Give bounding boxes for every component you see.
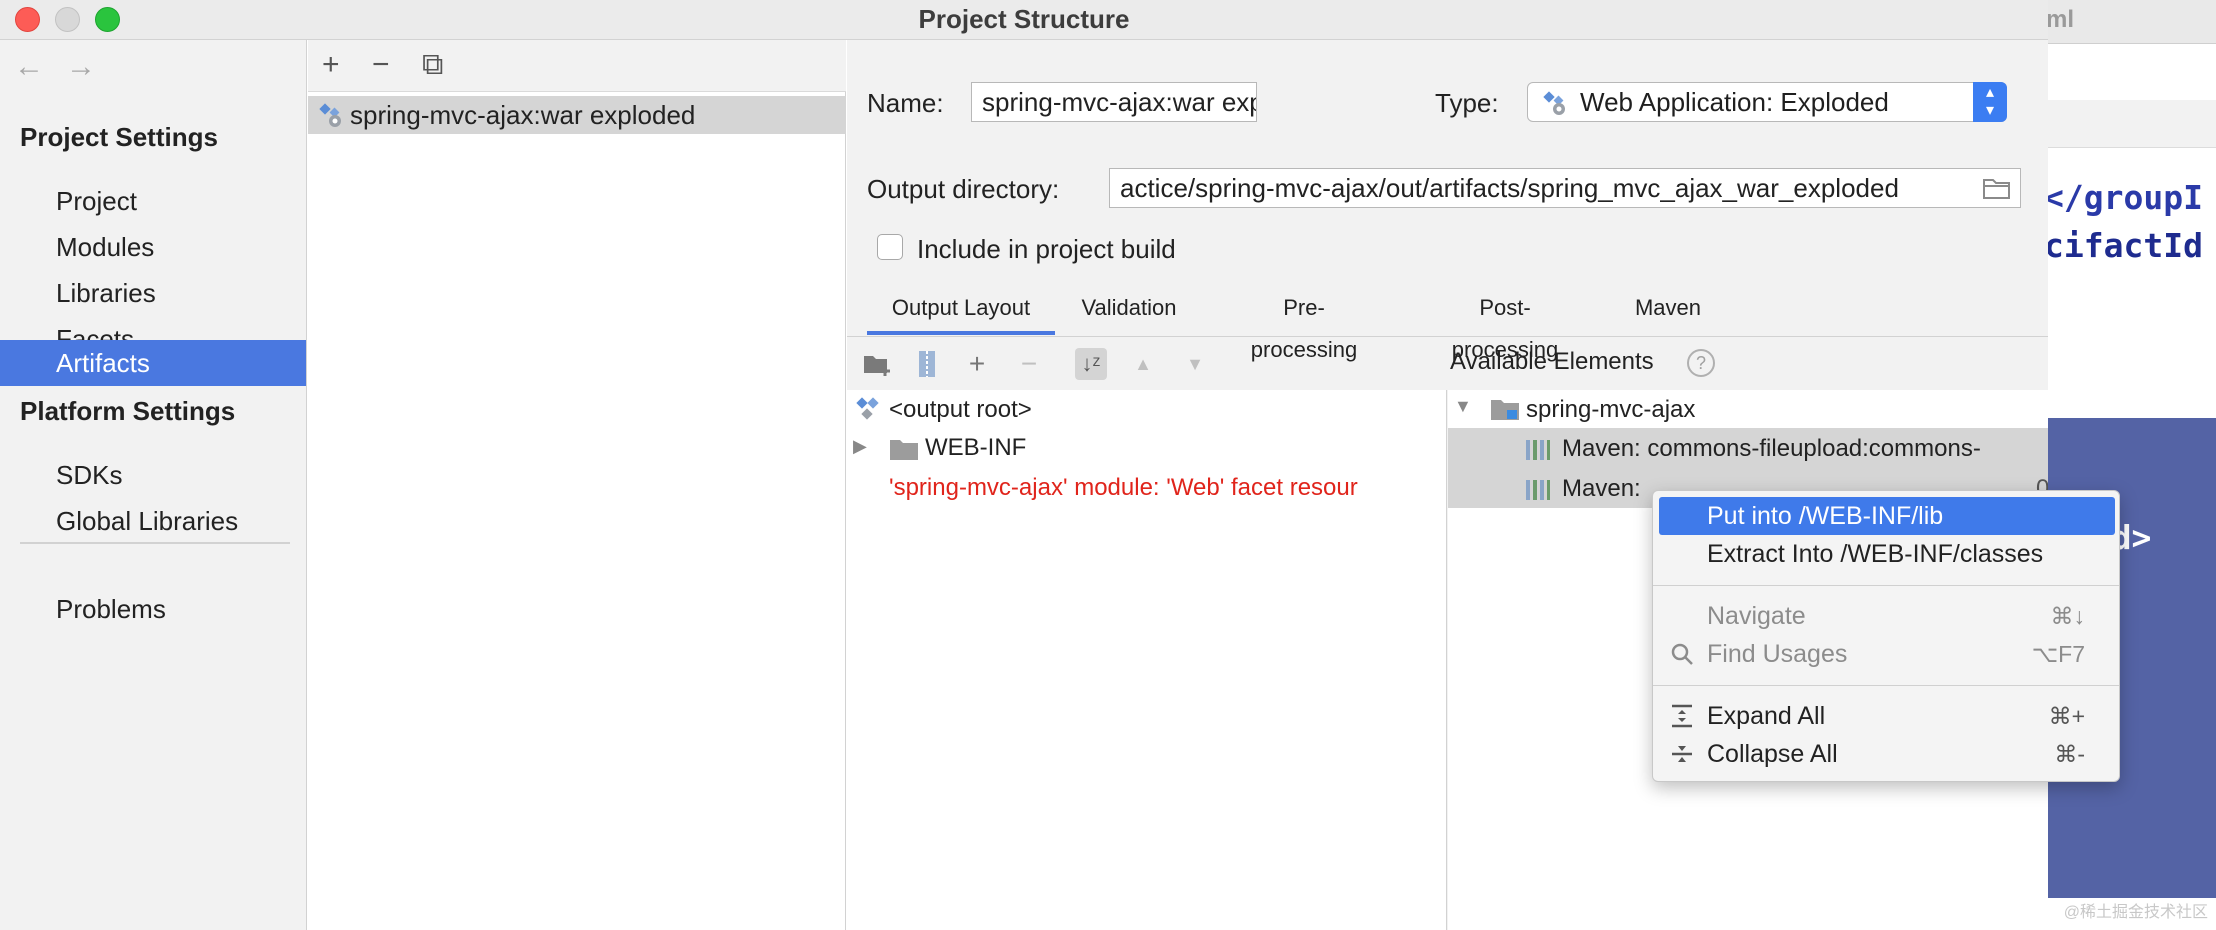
menu-separator [1653, 685, 2119, 686]
move-up-icon[interactable]: ▲ [1127, 348, 1159, 380]
menu-item-label: Find Usages [1707, 640, 1848, 668]
back-arrow-icon[interactable]: ← [14, 50, 44, 84]
menu-separator [1653, 585, 2119, 586]
add-icon[interactable]: + [322, 50, 340, 80]
menu-item-expand-all[interactable]: Expand All ⌘+ [1659, 697, 2115, 735]
archive-icon[interactable] [911, 348, 943, 380]
background-editor-title: ml [2046, 6, 2075, 33]
code-line: </groupI [2044, 178, 2203, 217]
dialog-title: Project Structure [918, 4, 1130, 34]
tab-maven[interactable]: Maven [1625, 287, 1711, 335]
sidebar-item-global-libraries[interactable]: Global Libraries [0, 498, 306, 544]
include-in-build-label: Include in project build [917, 234, 1176, 264]
web-artifact-icon [319, 103, 341, 127]
context-menu: Put into /WEB-INF/lib Extract Into /WEB-… [1652, 490, 2120, 782]
library-icon [1526, 480, 1550, 500]
background-editor-window: ml </groupI cifactId ctId> @稀土掘金技术社区 [2040, 0, 2216, 930]
detail-tabs: Output Layout Validation Pre-processing … [847, 287, 2048, 362]
tab-pre-processing[interactable]: Pre-processing [1235, 287, 1373, 362]
type-select[interactable]: Web Application: Exploded ▴ ▾ [1527, 82, 2007, 122]
menu-shortcut: ⌥F7 [2031, 641, 2085, 667]
tree-node-facet-error[interactable]: 'spring-mvc-ajax' module: 'Web' facet re… [889, 474, 1358, 502]
output-directory-field[interactable]: actice/spring-mvc-ajax/out/artifacts/spr… [1109, 168, 2021, 208]
sidebar-item-modules[interactable]: Modules [0, 224, 306, 270]
sidebar-item-libraries[interactable]: Libraries [0, 270, 306, 316]
tab-validation[interactable]: Validation [1069, 287, 1189, 335]
move-down-icon[interactable]: ▼ [1179, 348, 1211, 380]
maven-library-item[interactable]: Maven: commons-fileupload:commons- [1562, 435, 1981, 463]
sidebar-item-problems[interactable]: Problems [0, 586, 306, 632]
tab-post-processing[interactable]: Post-processing [1431, 287, 1579, 362]
menu-item-put-into-lib[interactable]: Put into /WEB-INF/lib [1659, 497, 2115, 535]
menu-item-extract-into-classes[interactable]: Extract Into /WEB-INF/classes [1659, 535, 2115, 573]
web-application-icon [1543, 91, 1565, 115]
select-arrows-icon[interactable]: ▴ ▾ [1973, 82, 2007, 122]
artifact-item[interactable]: spring-mvc-ajax:war exploded [308, 96, 846, 134]
menu-item-label: Put into /WEB-INF/lib [1707, 502, 1944, 530]
output-directory-value: actice/spring-mvc-ajax/out/artifacts/spr… [1120, 173, 1899, 203]
collapse-all-icon [1672, 746, 1692, 762]
type-select-value: Web Application: Exploded [1580, 87, 1889, 117]
include-in-build-checkbox[interactable] [877, 234, 903, 260]
dialog-titlebar: Project Structure [0, 0, 2048, 40]
add-element-icon[interactable]: + [961, 348, 993, 380]
output-layout-tree: <output root> ▶ WEB-INF 'spring-mvc-ajax… [847, 390, 1447, 930]
settings-sidebar: ← → Project Settings Project Modules Lib… [0, 40, 307, 930]
tree-node-output-root[interactable]: <output root> [889, 396, 1032, 424]
name-label: Name: [867, 88, 944, 118]
collapse-arrow-icon[interactable]: ▼ [1454, 396, 1472, 417]
type-label: Type: [1435, 88, 1499, 118]
menu-shortcut: ⌘+ [2048, 703, 2085, 729]
search-icon [1671, 643, 1693, 665]
menu-item-collapse-all[interactable]: Collapse All ⌘- [1659, 735, 2115, 773]
folder-open-icon[interactable] [1982, 175, 2012, 201]
folder-icon [890, 440, 918, 460]
layout-toolbar: + − ↓ᶻ ▲ ▼ [847, 338, 1447, 388]
tree-node-module[interactable]: spring-mvc-ajax [1526, 396, 1695, 424]
sidebar-item-artifacts[interactable]: Artifacts [0, 340, 306, 386]
artifact-detail-pane: Name: spring-mvc-ajax:war exploded Type:… [847, 40, 2048, 930]
sort-icon[interactable]: ↓ᶻ [1075, 348, 1107, 380]
menu-item-label: Navigate [1707, 602, 1806, 630]
menu-item-label: Collapse All [1707, 740, 1838, 768]
name-field[interactable]: spring-mvc-ajax:war exploded [971, 82, 1257, 122]
background-editor-titlebar: ml [2040, 0, 2216, 44]
menu-item-navigate[interactable]: Navigate ⌘↓ [1659, 597, 2115, 635]
artifacts-toolbar: + − ⧉ [308, 40, 846, 92]
help-icon[interactable]: ? [1687, 349, 1715, 377]
sidebar-item-project[interactable]: Project [0, 178, 306, 224]
expand-arrow-icon[interactable]: ▶ [853, 436, 867, 457]
artifact-item-label: spring-mvc-ajax:war exploded [350, 100, 696, 130]
remove-element-icon[interactable]: − [1013, 348, 1045, 380]
tab-output-layout[interactable]: Output Layout [867, 287, 1055, 335]
watermark: @稀土掘金技术社区 [2063, 904, 2208, 921]
code-line: cifactId [2044, 226, 2203, 265]
menu-shortcut: ⌘- [2054, 741, 2085, 767]
project-settings-heading: Project Settings [20, 122, 218, 152]
menu-item-find-usages[interactable]: Find Usages ⌥F7 [1659, 635, 2115, 673]
menu-shortcut: ⌘↓ [2050, 603, 2086, 629]
available-elements-heading: Available Elements [1450, 348, 1654, 375]
output-root-icon [856, 397, 879, 420]
sidebar-divider [20, 542, 290, 544]
menu-item-label: Expand All [1707, 702, 1826, 730]
sidebar-item-sdks[interactable]: SDKs [0, 452, 306, 498]
remove-icon[interactable]: − [372, 50, 390, 80]
project-structure-dialog: Project Structure ← → Project Settings P… [0, 0, 2048, 930]
module-folder-icon [1491, 400, 1519, 420]
menu-item-label: Extract Into /WEB-INF/classes [1707, 540, 2044, 568]
copy-icon[interactable]: ⧉ [422, 50, 443, 80]
create-directory-icon[interactable] [861, 348, 893, 380]
tree-node-web-inf[interactable]: WEB-INF [925, 434, 1026, 462]
background-editor-tabstrip [2040, 100, 2216, 148]
expand-all-icon [1672, 704, 1692, 728]
library-icon [1526, 440, 1550, 460]
maven-library-item[interactable]: Maven: [1562, 475, 1641, 503]
forward-arrow-icon[interactable]: → [66, 50, 96, 84]
platform-settings-heading: Platform Settings [20, 396, 236, 426]
artifacts-list-panel: + − ⧉ spring-mvc-ajax:war exploded [308, 40, 846, 930]
output-directory-label: Output directory: [867, 174, 1060, 204]
